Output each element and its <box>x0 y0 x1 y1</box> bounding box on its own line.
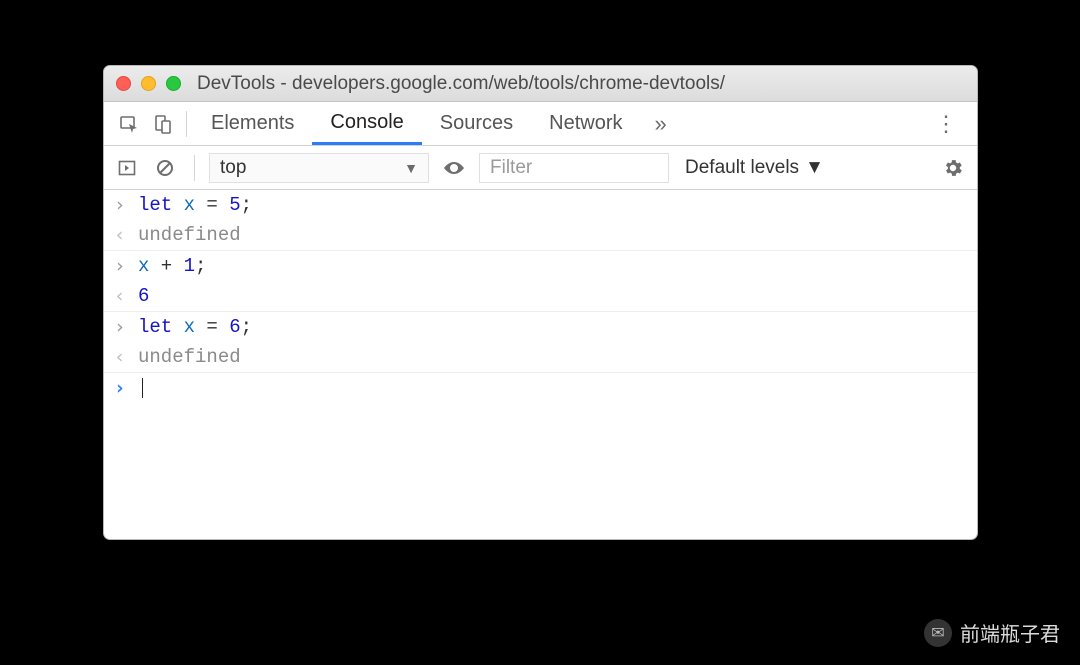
input-glyph-icon: › <box>114 255 132 277</box>
minimize-window-button[interactable] <box>141 76 156 91</box>
console-sidebar-toggle-icon[interactable] <box>112 153 142 183</box>
titlebar: DevTools - developers.google.com/web/too… <box>104 66 977 102</box>
console-input-line: ›x + 1; <box>104 251 977 281</box>
toggle-device-toolbar-icon[interactable] <box>146 102 180 145</box>
text-cursor <box>142 378 143 398</box>
tab-console[interactable]: Console <box>312 102 421 145</box>
dropdown-triangle-icon: ▼ <box>805 157 824 179</box>
prompt-input[interactable] <box>132 377 143 399</box>
code-text: undefined <box>132 224 241 246</box>
code-text: 6 <box>132 285 149 307</box>
tab-network[interactable]: Network <box>531 102 640 145</box>
panel-tabs: Elements Console Sources Network » <box>193 102 681 145</box>
dropdown-triangle-icon: ▼ <box>404 160 418 176</box>
watermark: ✉ 前端瓶子君 <box>924 618 1060 647</box>
code-text: x + 1; <box>132 255 206 277</box>
console-settings-icon[interactable] <box>937 157 969 179</box>
devtools-window: DevTools - developers.google.com/web/too… <box>103 65 978 540</box>
console-prompt[interactable]: › <box>104 373 977 403</box>
live-expression-icon[interactable] <box>437 158 471 178</box>
traffic-lights <box>116 76 181 91</box>
execution-context-select[interactable]: top ▼ <box>209 153 429 183</box>
log-levels-label: Default levels <box>685 157 799 179</box>
console-toolbar: top ▼ Default levels ▼ <box>104 146 977 190</box>
console-output-line: ‹undefined <box>104 220 977 251</box>
tabs-overflow-icon[interactable]: » <box>641 111 681 137</box>
prompt-glyph-icon: › <box>114 377 132 399</box>
console-input-line: ›let x = 6; <box>104 312 977 342</box>
code-text: let x = 5; <box>132 194 252 216</box>
tab-elements[interactable]: Elements <box>193 102 312 145</box>
output-glyph-icon: ‹ <box>114 285 132 307</box>
console-output-line: ‹6 <box>104 281 977 312</box>
window-title: DevTools - developers.google.com/web/too… <box>197 73 725 95</box>
input-glyph-icon: › <box>114 194 132 216</box>
input-glyph-icon: › <box>114 316 132 338</box>
zoom-window-button[interactable] <box>166 76 181 91</box>
wechat-icon: ✉ <box>924 619 952 647</box>
output-glyph-icon: ‹ <box>114 224 132 246</box>
console-input-line: ›let x = 5; <box>104 190 977 220</box>
console-output-line: ‹undefined <box>104 342 977 373</box>
code-text: undefined <box>132 346 241 368</box>
output-glyph-icon: ‹ <box>114 346 132 368</box>
filter-input[interactable] <box>479 153 669 183</box>
devtools-menu-icon[interactable]: ⋮ <box>925 111 969 137</box>
console-output[interactable]: ›let x = 5;‹undefined›x + 1;‹6›let x = 6… <box>104 190 977 539</box>
panel-tabs-bar: Elements Console Sources Network » ⋮ <box>104 102 977 146</box>
log-levels-select[interactable]: Default levels ▼ <box>677 157 832 179</box>
divider <box>194 155 195 181</box>
clear-console-icon[interactable] <box>150 153 180 183</box>
close-window-button[interactable] <box>116 76 131 91</box>
divider <box>186 111 187 137</box>
inspect-element-icon[interactable] <box>112 102 146 145</box>
watermark-text: 前端瓶子君 <box>960 618 1060 647</box>
code-text: let x = 6; <box>132 316 252 338</box>
execution-context-value: top <box>220 157 246 179</box>
tab-sources[interactable]: Sources <box>422 102 531 145</box>
